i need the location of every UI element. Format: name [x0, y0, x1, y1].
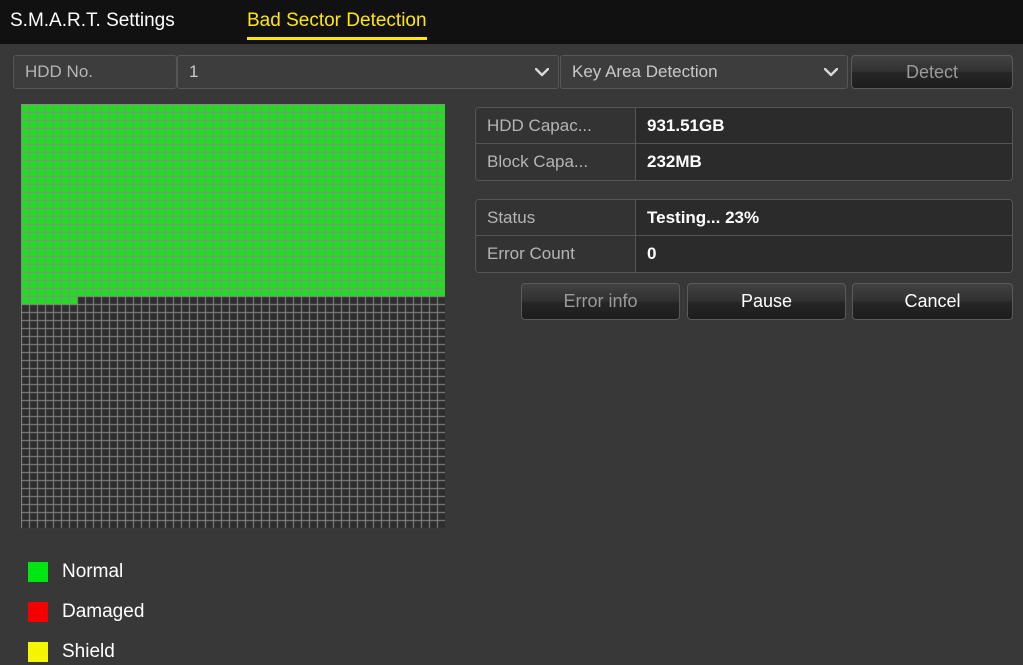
error-count-value: 0 [636, 236, 1012, 272]
pause-button-label: Pause [740, 291, 793, 311]
error-info-button[interactable]: Error info [521, 283, 680, 320]
legend-swatch-damaged [28, 602, 48, 622]
tab-smart-settings-label: S.M.A.R.T. Settings [10, 10, 175, 31]
tab-bad-sector-detection[interactable]: Bad Sector Detection [247, 8, 427, 40]
table-row: HDD Capac... 931.51GB [476, 108, 1012, 144]
block-capacity-value: 232MB [636, 144, 1012, 180]
legend-label-shield: Shield [62, 641, 115, 662]
chevron-down-icon[interactable] [824, 56, 838, 88]
detect-button-label: Detect [905, 61, 959, 82]
tab-bar: S.M.A.R.T. Settings Bad Sector Detection [0, 0, 1023, 44]
cancel-button-label: Cancel [904, 291, 961, 311]
hdd-no-label-text: HDD No. [25, 62, 94, 81]
table-row: Error Count 0 [476, 236, 1012, 272]
detection-mode-select[interactable]: Key Area Detection [560, 55, 848, 89]
error-count-key: Error Count [476, 236, 636, 272]
status-key: Status [476, 200, 636, 235]
block-capacity-key: Block Capa... [476, 144, 636, 180]
legend-item-shield: Shield [28, 632, 328, 665]
hdd-capacity-key: HDD Capac... [476, 108, 636, 143]
hdd-no-label: HDD No. [13, 55, 177, 89]
hdd-capacity-value: 931.51GB [636, 108, 1012, 143]
legend-label-damaged: Damaged [62, 601, 145, 622]
chevron-down-icon[interactable] [535, 56, 549, 88]
legend-label-normal: Normal [62, 561, 124, 582]
sector-map [21, 104, 445, 530]
legend-swatch-normal [28, 562, 48, 582]
table-row: Block Capa... 232MB [476, 144, 1012, 180]
status-info-table: Status Testing... 23% Error Count 0 [475, 199, 1013, 273]
pause-button[interactable]: Pause [687, 283, 846, 320]
detect-button[interactable]: Detect [851, 55, 1013, 89]
table-row: Status Testing... 23% [476, 200, 1012, 236]
legend-item-damaged: Damaged [28, 592, 328, 632]
detection-mode-value: Key Area Detection [572, 62, 718, 81]
hdd-no-select[interactable]: 1 [177, 55, 559, 89]
legend-swatch-shield [28, 642, 48, 662]
sector-map-canvas [21, 104, 445, 530]
error-info-button-label: Error info [563, 291, 638, 311]
status-value: Testing... 23% [636, 200, 1012, 235]
bad-sector-detection-screen: S.M.A.R.T. Settings Bad Sector Detection… [0, 0, 1023, 665]
tab-smart-settings[interactable]: S.M.A.R.T. Settings [10, 8, 175, 34]
cancel-button[interactable]: Cancel [852, 283, 1013, 320]
tab-bad-sector-detection-label: Bad Sector Detection [247, 10, 427, 31]
hdd-no-value: 1 [189, 62, 199, 81]
legend-item-normal: Normal [28, 552, 328, 592]
capacity-info-table: HDD Capac... 931.51GB Block Capa... 232M… [475, 107, 1013, 181]
legend: Normal Damaged Shield [28, 552, 328, 665]
